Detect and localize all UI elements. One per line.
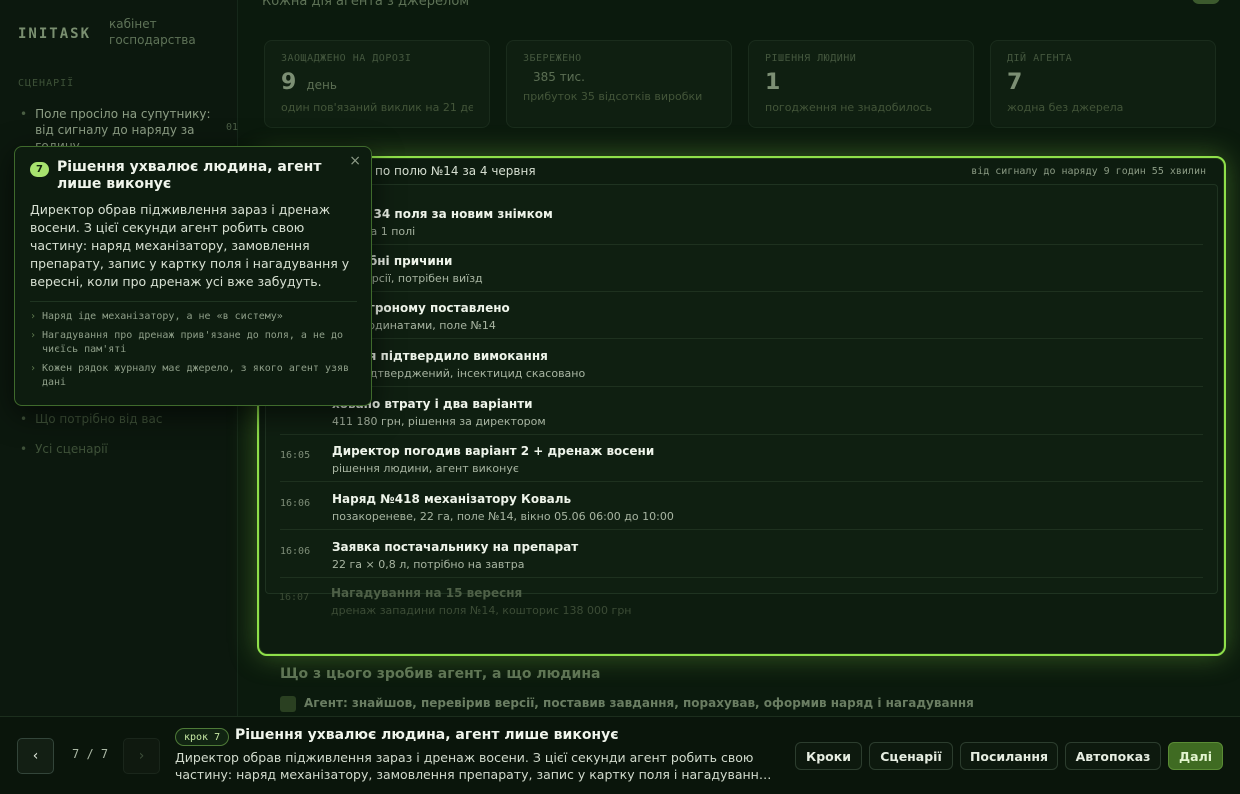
- journal-header: по полю №14 за 4 червня від сигналу до н…: [259, 158, 1224, 184]
- entry-title: Директор погодив варіант 2 + дренаж восе…: [332, 444, 655, 458]
- tour-bar: ‹ 7 / 7 › крок 7 Рішення ухвалює людина,…: [0, 716, 1240, 794]
- stat-number: 1: [765, 70, 781, 95]
- journal-entry[interactable]: 16:06 Наряд №418 механізатору Коваль поз…: [280, 482, 1203, 530]
- stat-unit: день: [306, 78, 337, 92]
- entry-subtitle: 22 га × 0,8 л, потрібно на завтра: [332, 558, 525, 571]
- stat-label: РІШЕННЯ ЛЮДИНИ: [765, 53, 857, 64]
- stat-card-human-decisions: РІШЕННЯ ЛЮДИНИ 1 погодження не знадобило…: [748, 40, 974, 128]
- brand-logo: INITASK: [18, 26, 92, 42]
- page-title: Кожна дія агента з джерелом: [262, 0, 470, 9]
- journal-entry[interactable]: ження підтвердило вимокання к не підтвер…: [280, 339, 1203, 387]
- journal-entry[interactable]: 16:05 Директор погодив варіант 2 + дрена…: [280, 434, 1203, 482]
- sidebar-item-label: Що потрібно від вас: [35, 412, 163, 426]
- sidebar-section-title: СЦЕНАРІЇ: [18, 78, 75, 89]
- divider: [30, 301, 357, 302]
- links-button[interactable]: Посилання: [960, 742, 1058, 770]
- sidebar-item-count: 01: [225, 122, 238, 133]
- stat-unit: 385 тис.: [533, 70, 585, 84]
- entry-subtitle: позакореневе, 22 га, поле №14, вікно 05.…: [332, 510, 674, 523]
- tour-step-text: Директор обрав підживлення зараз і дрена…: [175, 750, 767, 782]
- next-step-button[interactable]: ›: [123, 738, 160, 774]
- chevron-right-icon: ›: [138, 748, 145, 764]
- entry-subtitle: 411 180 грн, рішення за директором: [332, 415, 546, 428]
- journal-duration: від сигналу до наряду 9 годин 55 хвилин: [971, 165, 1206, 177]
- entry-time: 16:07: [279, 592, 310, 603]
- popover-title: Рішення ухвалює людина, агент лише викон…: [57, 159, 322, 192]
- prev-step-button[interactable]: ‹: [17, 738, 54, 774]
- popover-point: Нагадування про дренаж прив'язане до пол…: [30, 329, 357, 357]
- journal-entry[interactable]: ховано втрату і два варіанти 411 180 грн…: [280, 387, 1203, 435]
- sidebar-item-all-scenarios[interactable]: • Усі сценарії: [20, 442, 108, 456]
- popover-point: Кожен рядок журналу має джерело, з якого…: [30, 362, 357, 390]
- stat-note: прибуток 35 відсотків виробки: [523, 90, 703, 103]
- popover-text: Директор обрав підживлення зараз і дрена…: [30, 202, 350, 289]
- sidebar-item-label: Усі сценарії: [35, 442, 108, 456]
- tour-step-title: Рішення ухвалює людина, агент лише викон…: [235, 727, 619, 743]
- autoplay-button[interactable]: Автопоказ: [1065, 742, 1161, 770]
- entry-title: Нагадування на 15 вересня: [331, 586, 523, 600]
- step-popover: × 7 Рішення ухвалює людина, агент лише в…: [14, 146, 372, 406]
- popover-point: Наряд іде механізатору, а не «в систему»: [30, 310, 357, 324]
- brand-subtitle: кабінет господарства: [109, 17, 196, 47]
- stat-note: погодження не знадобилось: [765, 101, 933, 114]
- entry-time: 16:05: [280, 450, 311, 461]
- step-badge: крок 7: [175, 728, 230, 746]
- stat-note: жодна без джерела: [1007, 101, 1124, 114]
- entry-time: 16:06: [280, 546, 311, 557]
- bullet-icon: •: [20, 412, 28, 426]
- entry-subtitle: рішення людини, агент виконує: [332, 462, 519, 475]
- entry-time: 16:06: [280, 498, 311, 509]
- stat-card-saved: ЗБЕРЕЖЕНО 385 тис. прибуток 35 відсотків…: [506, 40, 732, 128]
- entry-subtitle: дренаж западини поля №14, кошторис 138 0…: [331, 604, 632, 617]
- stat-note: один пов'язаний виклик на 21 день: [281, 101, 473, 114]
- stat-card-agent-actions: ДІЙ АГЕНТА 7 жодна без джерела: [990, 40, 1216, 128]
- next-button[interactable]: Далі: [1168, 742, 1223, 770]
- close-icon[interactable]: ×: [349, 153, 361, 169]
- stat-value: 9 день: [281, 70, 473, 95]
- chevron-left-icon: ‹: [32, 748, 39, 764]
- entry-title: Наряд №418 механізатору Коваль: [332, 492, 572, 506]
- stat-number: 9: [281, 70, 297, 95]
- step-counter: 7 / 7: [72, 747, 109, 761]
- stat-value: 385 тис.: [523, 70, 715, 84]
- brand: INITASK кабінет господарства: [18, 16, 199, 48]
- scenarios-button[interactable]: Сценарії: [869, 742, 953, 770]
- section-heading-agent-vs-human: Що з цього зробив агент, а що людина: [280, 666, 601, 682]
- agent-summary-text: Агент: знайшов, перевірив версії, постав…: [304, 696, 974, 710]
- journal-entry[interactable]: ірено 34 поля за новим знімком ення на 1…: [280, 197, 1203, 245]
- agent-summary-line: Агент: знайшов, перевірив версії, постав…: [280, 696, 974, 712]
- bullet-icon: •: [20, 442, 28, 456]
- journal-list: ірено 34 поля за новим знімком ення на 1…: [265, 184, 1218, 594]
- action-journal-panel: по полю №14 за 4 червня від сигналу до н…: [257, 156, 1226, 656]
- stat-value: 7: [1007, 70, 1199, 95]
- status-pill: [1192, 0, 1220, 4]
- step-number-badge: 7: [30, 162, 49, 177]
- popover-points: Наряд іде механізатору, а не «в систему»…: [30, 310, 357, 390]
- journal-entry[interactable]: 16:07 Нагадування на 15 вересня дренаж з…: [279, 576, 1204, 624]
- journal-entry[interactable]: но хибні причини сь 3 версії, потрібен в…: [280, 244, 1203, 292]
- check-icon: [280, 696, 296, 712]
- steps-button[interactable]: Кроки: [795, 742, 862, 770]
- stat-value: 1: [765, 70, 957, 95]
- entry-title: Заявка постачальнику на препарат: [332, 540, 579, 554]
- stat-label: ДІЙ АГЕНТА: [1007, 53, 1073, 64]
- sidebar-item-requirements[interactable]: • Що потрібно від вас: [20, 412, 162, 426]
- popover-header: 7 Рішення ухвалює людина, агент лише вик…: [30, 159, 357, 193]
- stat-card-road: ЗАОЩАДЖЕНО НА ДОРОЗІ 9 день один пов'яза…: [264, 40, 490, 128]
- stat-label: ЗАОЩАДЖЕНО НА ДОРОЗІ: [281, 53, 412, 64]
- stat-label: ЗБЕРЕЖЕНО: [523, 53, 582, 64]
- journal-entry[interactable]: 16:06 Заявка постачальнику на препарат 2…: [280, 530, 1203, 578]
- journal-entry[interactable]: ння агроному поставлено і з координатами…: [280, 291, 1203, 339]
- stat-number: 7: [1007, 70, 1023, 95]
